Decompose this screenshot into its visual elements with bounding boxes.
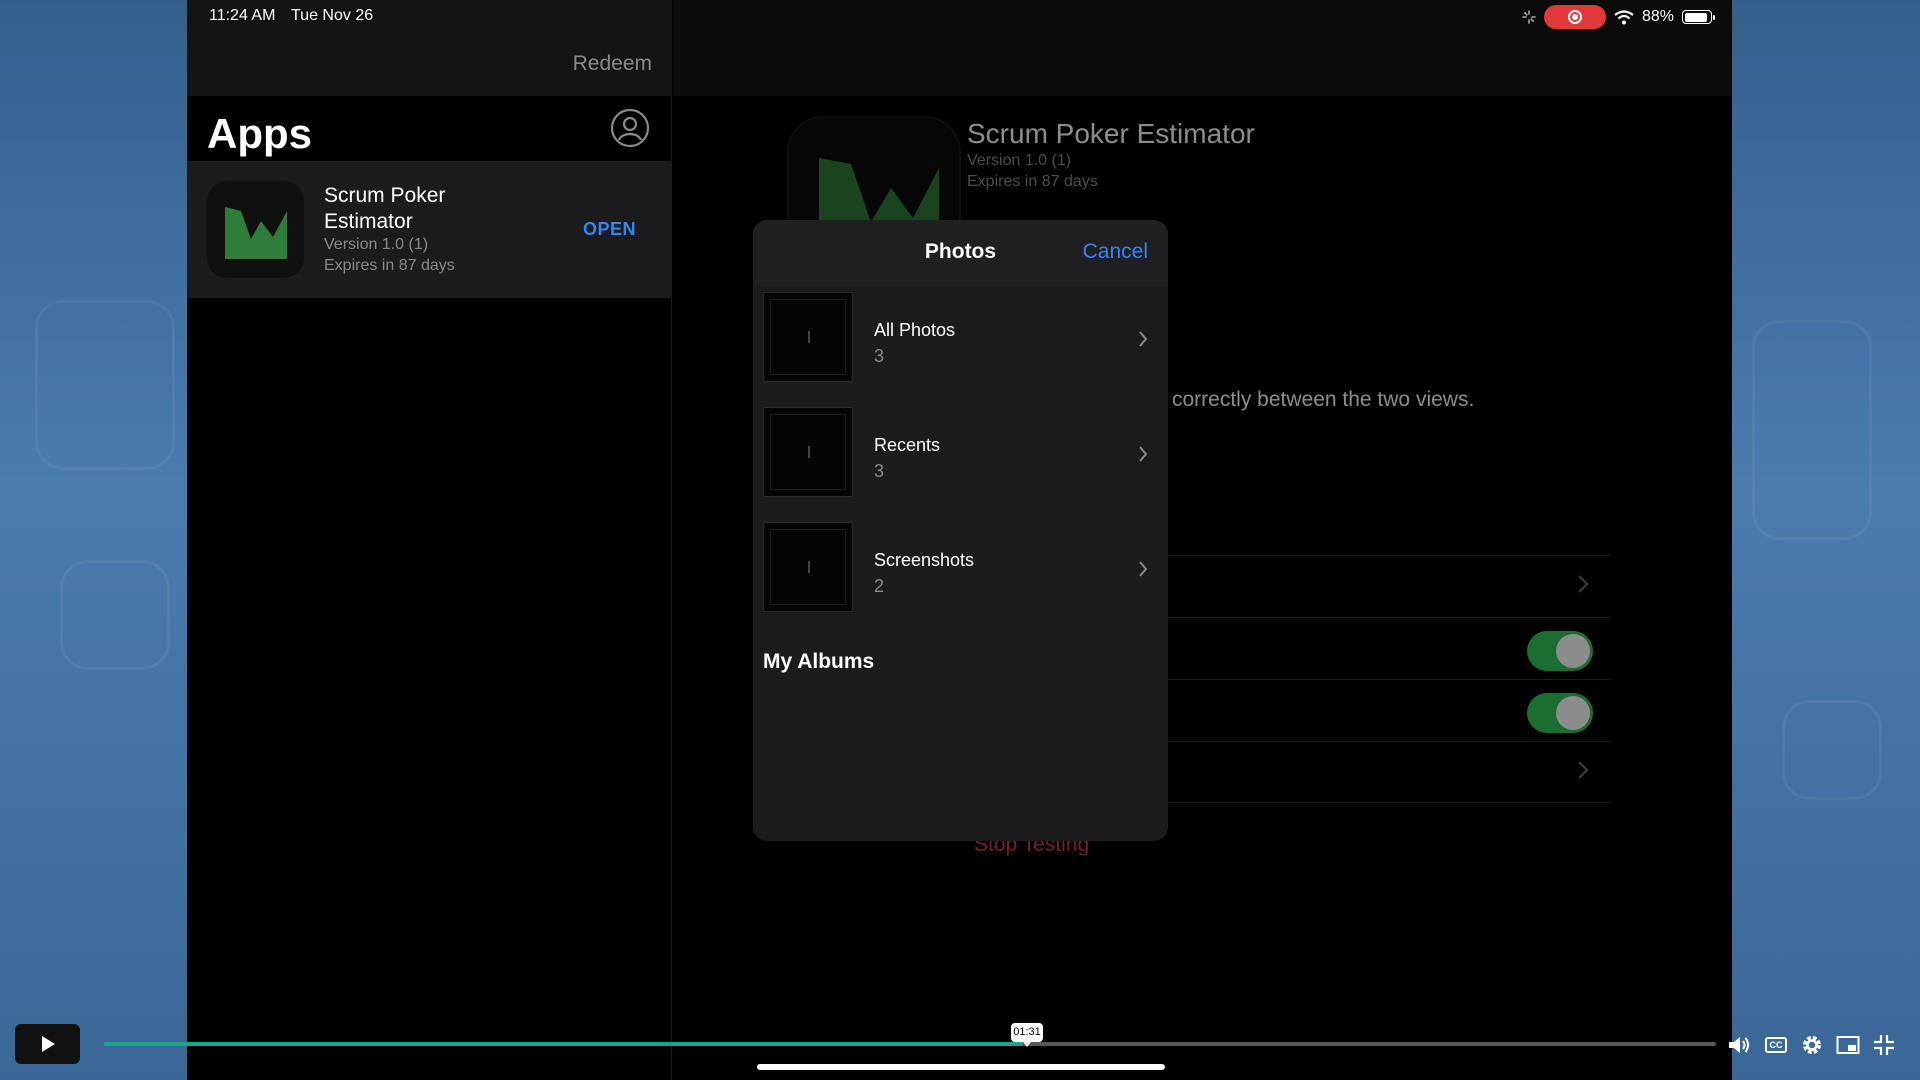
record-icon [1567, 10, 1582, 24]
ipad-screen: Redeem Apps Scrum Poker Estimator Versio… [187, 0, 1732, 1080]
playback-time-tooltip: 01:31 [1011, 1023, 1043, 1047]
app-version: Version 1.0 (1) [324, 236, 429, 253]
album-thumbnail [763, 407, 853, 497]
page-title: Apps [207, 110, 312, 157]
settings-gear-icon[interactable] [1800, 1033, 1824, 1057]
album-row-screenshots[interactable]: Screenshots 2 [753, 522, 1168, 637]
battery-icon [1682, 10, 1715, 24]
apps-sidebar: Redeem Apps Scrum Poker Estimator Versio… [187, 0, 672, 1080]
battery-percentage: 88% [1641, 8, 1674, 25]
chevron-right-icon [1139, 446, 1148, 462]
album-row-recents[interactable]: Recents 3 [753, 407, 1168, 522]
picture-in-picture-icon[interactable] [1836, 1033, 1860, 1057]
album-name: Recents [874, 435, 941, 455]
exit-fullscreen-icon[interactable] [1872, 1033, 1896, 1057]
closed-captions-icon[interactable]: CC [1764, 1033, 1788, 1057]
app-expiry: Expires in 87 days [324, 257, 455, 274]
redeem-button[interactable]: Redeem [573, 52, 652, 76]
play-icon [41, 1036, 55, 1052]
app-list-item[interactable]: Scrum Poker Estimator Version 1.0 (1) Ex… [187, 161, 672, 298]
album-count: 2 [874, 576, 885, 596]
video-player-controls: 01:31 CC [0, 1020, 1920, 1080]
status-date: Tue Nov 26 [291, 7, 374, 24]
activity-spinner-icon [1522, 10, 1536, 24]
wifi-icon [1614, 9, 1634, 24]
album-name: All Photos [874, 320, 956, 340]
seek-bar[interactable] [104, 1042, 1716, 1046]
status-time: 11:24 AM [209, 7, 276, 24]
status-bar: 11:24 AM Tue Nov 26 88% [187, 0, 1732, 30]
account-icon[interactable] [610, 108, 650, 148]
open-app-button[interactable]: OPEN [583, 219, 636, 240]
screen-recording-indicator[interactable] [1543, 5, 1606, 29]
my-albums-heading: My Albums [763, 650, 875, 673]
play-button[interactable] [15, 1024, 80, 1064]
chevron-right-icon [1139, 331, 1148, 347]
chevron-right-icon [1139, 561, 1148, 577]
album-name: Screenshots [874, 550, 975, 570]
volume-icon[interactable] [1727, 1033, 1751, 1057]
seek-bar-progress [104, 1042, 1023, 1046]
album-count: 3 [874, 461, 885, 481]
album-thumbnail [763, 522, 853, 612]
album-thumbnail [763, 292, 853, 382]
battery-level [1684, 12, 1707, 22]
video-background-right [1732, 0, 1920, 1080]
app-name: Scrum Poker Estimator [324, 184, 446, 233]
video-background-left [0, 0, 187, 1080]
album-row-all-photos[interactable]: All Photos 3 [753, 292, 1168, 407]
sheet-header: Photos Cancel [753, 220, 1168, 286]
app-logo-icon [207, 181, 304, 278]
cancel-button[interactable]: Cancel [1083, 240, 1148, 264]
photos-picker-sheet: Photos Cancel All Photos 3 Recents 3 Scr… [753, 220, 1168, 841]
album-count: 3 [874, 346, 885, 366]
